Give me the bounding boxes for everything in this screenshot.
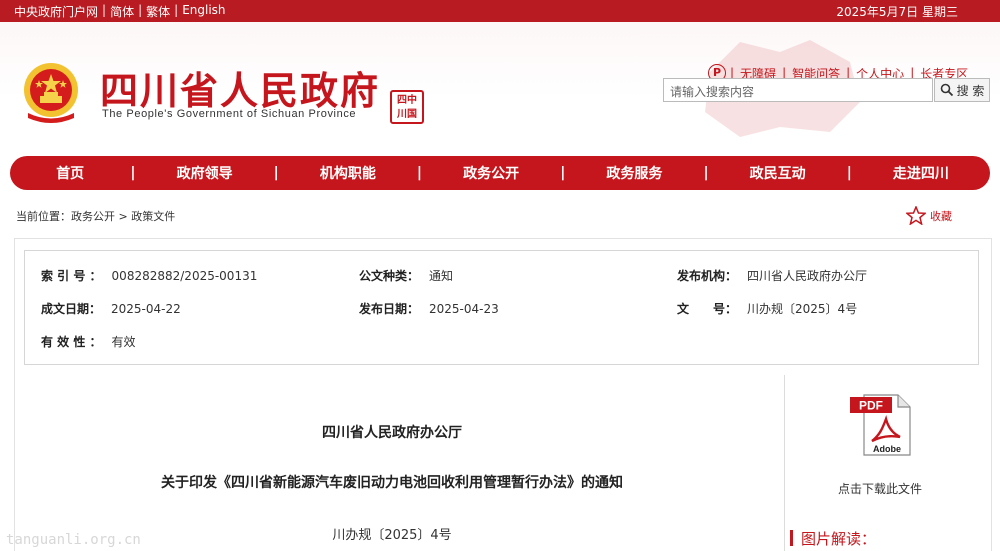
favorite-button[interactable]: 收藏 xyxy=(906,206,952,225)
meta-value: 通知 xyxy=(429,269,454,283)
meta-label: 成文日期： xyxy=(41,302,102,316)
seal-logo: 四中 川国 xyxy=(390,90,424,124)
document-meta-box: 索 引 号 ： 008282882/2025-00131 公文种类： 通知 发布机构… xyxy=(24,250,979,365)
search-input[interactable]: 请输入搜索内容 xyxy=(663,78,933,102)
main-nav: 首页 | 政府领导 | 机构职能 | 政务公开 | 政务服务 | 政民互动 | … xyxy=(10,156,990,190)
pdf-download-icon[interactable]: PDF Adobe xyxy=(850,393,914,457)
nav-services[interactable]: 政务服务 xyxy=(565,163,703,183)
link-simplified[interactable]: 简体 xyxy=(106,3,138,20)
search-button[interactable]: 搜 索 xyxy=(934,78,990,102)
nav-interaction[interactable]: 政民互动 xyxy=(709,163,847,183)
meta-label: 索 引 号 ： xyxy=(41,269,102,283)
link-english[interactable]: English xyxy=(178,3,229,20)
nav-functions[interactable]: 机构职能 xyxy=(279,163,417,183)
top-links: 中央政府门户网 | 简体 | 繁体 | English xyxy=(10,3,230,20)
download-file-link[interactable]: 点击下载此文件 xyxy=(800,480,960,497)
document-title: 关于印发《四川省新能源汽车废旧动力电池回收利用管理暂行办法》的通知 xyxy=(161,475,623,491)
watermark-text: tanguanli.org.cn xyxy=(6,532,141,548)
meta-value: 四川省人民政府办公厅 xyxy=(747,269,868,283)
meta-label: 发布日期： xyxy=(359,302,420,316)
column-divider xyxy=(784,375,785,551)
meta-written-date: 成文日期： 2025-04-22 xyxy=(41,300,181,317)
site-subtitle: The People's Government of Sichuan Provi… xyxy=(102,108,357,120)
meta-index: 索 引 号 ： 008282882/2025-00131 xyxy=(41,267,257,284)
link-central-gov[interactable]: 中央政府门户网 xyxy=(10,3,102,20)
nav-home[interactable]: 首页 xyxy=(10,163,130,183)
meta-publisher: 发布机构： 四川省人民政府办公厅 xyxy=(677,267,867,284)
search-button-label: 搜 索 xyxy=(956,83,985,98)
meta-value: 2025-04-23 xyxy=(429,302,499,316)
meta-value: 008282882/2025-00131 xyxy=(111,269,258,283)
favorite-label: 收藏 xyxy=(930,209,952,223)
star-icon xyxy=(906,206,926,225)
meta-label: 发布机构： xyxy=(677,269,738,283)
current-date: 2025年5月7日 星期三 xyxy=(836,5,958,19)
nav-leaders[interactable]: 政府领导 xyxy=(136,163,274,183)
meta-validity: 有 效 性 ： 有效 xyxy=(41,333,136,350)
seal-char: 中 xyxy=(407,95,417,106)
seal-char: 国 xyxy=(407,109,417,120)
adobe-brand-text: Adobe xyxy=(873,444,901,454)
meta-label: 公文种类： xyxy=(359,269,420,283)
meta-label: 有 效 性 ： xyxy=(41,335,102,349)
heading-marker xyxy=(790,530,793,546)
meta-release-date: 发布日期： 2025-04-23 xyxy=(359,300,499,317)
divider: | xyxy=(102,3,107,17)
nav-about-sichuan[interactable]: 走进四川 xyxy=(852,163,990,183)
divider: | xyxy=(138,3,143,17)
image-interpretation-heading: 图片解读： xyxy=(790,528,876,549)
nav-disclosure[interactable]: 政务公开 xyxy=(422,163,560,183)
meta-value: 有效 xyxy=(111,335,136,349)
seal-char: 四 xyxy=(397,95,407,106)
seal-char: 川 xyxy=(397,109,407,120)
site-title[interactable]: 四川省人民政府 xyxy=(100,60,380,115)
meta-label: 文 号： xyxy=(677,302,738,316)
pdf-badge-text: PDF xyxy=(859,399,883,413)
link-traditional[interactable]: 繁体 xyxy=(142,3,174,20)
meta-doc-number: 文 号： 川办规〔2025〕4号 xyxy=(677,300,857,317)
meta-value: 川办规〔2025〕4号 xyxy=(747,302,858,316)
national-emblem-icon xyxy=(24,63,78,123)
image-interpretation-label: 图片解读： xyxy=(801,530,877,548)
meta-type: 公文种类： 通知 xyxy=(359,267,453,284)
top-bar: 中央政府门户网 | 简体 | 繁体 | English 2025年5月7日 星期三 xyxy=(0,0,1000,22)
breadcrumb[interactable]: 当前位置：政务公开 > 政策文件 xyxy=(16,208,175,224)
divider: | xyxy=(174,3,179,17)
document-issuer: 四川省人民政府办公厅 xyxy=(322,425,462,441)
search-icon xyxy=(940,83,953,97)
meta-value: 2025-04-22 xyxy=(111,302,181,316)
